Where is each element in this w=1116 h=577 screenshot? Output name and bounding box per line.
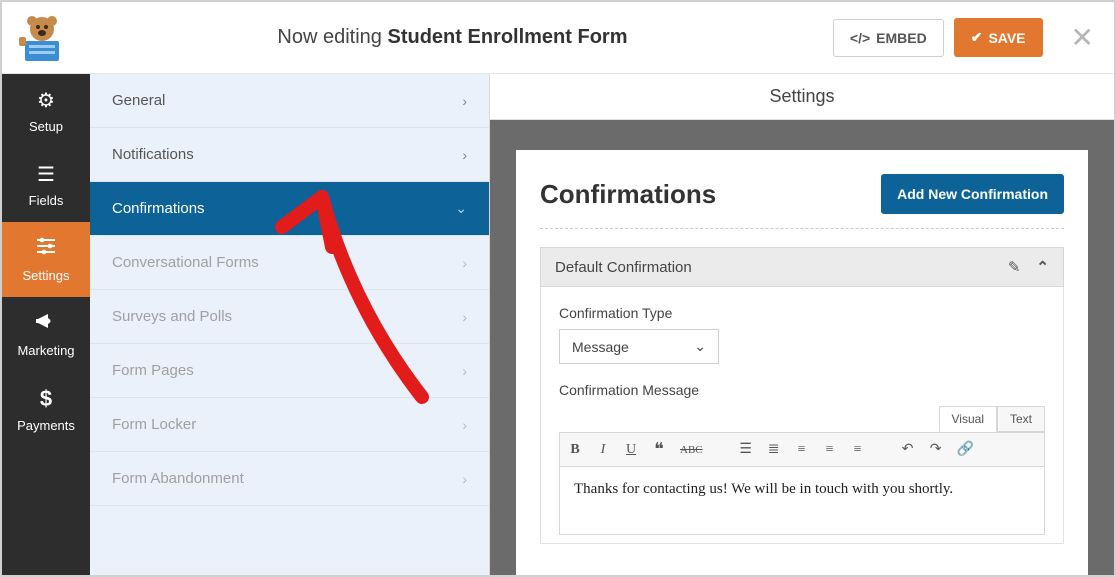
ol-icon[interactable]: ≣ xyxy=(767,441,781,458)
align-right-icon[interactable]: ≡ xyxy=(851,442,865,458)
chevron-right-icon: › xyxy=(462,255,467,271)
settings-item-general[interactable]: General › xyxy=(90,74,489,128)
bold-icon[interactable]: B xyxy=(568,442,582,458)
settings-item-label: Confirmations xyxy=(112,200,205,217)
accordion-title: Default Confirmation xyxy=(555,259,692,276)
app-logo xyxy=(12,8,72,68)
dollar-icon: $ xyxy=(6,386,86,412)
settings-item-notifications[interactable]: Notifications › xyxy=(90,128,489,182)
align-left-icon[interactable]: ≡ xyxy=(795,442,809,458)
close-button[interactable]: ✕ xyxy=(1071,24,1094,52)
settings-item-form-abandonment[interactable]: Form Abandonment › xyxy=(90,452,489,506)
sliders-icon xyxy=(6,236,86,262)
align-center-icon[interactable]: ≡ xyxy=(823,442,837,458)
settings-item-form-locker[interactable]: Form Locker › xyxy=(90,398,489,452)
sidebar-item-fields[interactable]: ☰ Fields xyxy=(2,148,90,222)
edit-icon[interactable]: ✎ xyxy=(1008,258,1021,276)
confirmation-message-label: Confirmation Message xyxy=(559,382,1045,398)
list-icon: ☰ xyxy=(6,162,86,187)
strike-icon[interactable]: ABC xyxy=(680,444,703,456)
confirmation-accordion-header[interactable]: Default Confirmation ✎ ⌃ xyxy=(540,247,1064,287)
redo-icon[interactable]: ↷ xyxy=(929,441,943,458)
settings-item-label: Form Abandonment xyxy=(112,470,244,487)
chevron-right-icon: › xyxy=(462,363,467,379)
bullhorn-icon xyxy=(6,311,86,337)
chevron-right-icon: › xyxy=(462,93,467,109)
chevron-right-icon: › xyxy=(462,417,467,433)
ul-icon[interactable]: ☰ xyxy=(739,441,753,458)
underline-icon[interactable]: U xyxy=(624,442,638,458)
settings-item-label: General xyxy=(112,92,165,109)
chevron-right-icon: › xyxy=(462,147,467,163)
editor-content[interactable]: Thanks for contacting us! We will be in … xyxy=(559,467,1045,535)
sidebar-item-payments[interactable]: $ Payments xyxy=(2,372,90,447)
chevron-right-icon: › xyxy=(462,471,467,487)
settings-item-label: Form Locker xyxy=(112,416,196,433)
quote-icon[interactable]: ❝ xyxy=(652,439,666,460)
italic-icon[interactable]: I xyxy=(596,442,610,458)
chevron-up-icon[interactable]: ⌃ xyxy=(1036,258,1049,276)
confirmation-type-select[interactable]: Message ⌄ xyxy=(559,329,719,364)
chevron-right-icon: › xyxy=(462,309,467,325)
settings-item-confirmations[interactable]: Confirmations ⌄ xyxy=(90,182,489,236)
settings-item-form-pages[interactable]: Form Pages › xyxy=(90,344,489,398)
sidebar-item-marketing[interactable]: Marketing xyxy=(2,297,90,372)
settings-item-label: Notifications xyxy=(112,146,194,163)
settings-item-label: Surveys and Polls xyxy=(112,308,232,325)
undo-icon[interactable]: ↶ xyxy=(901,441,915,458)
chevron-down-icon: ⌄ xyxy=(694,338,706,355)
chevron-down-icon: ⌄ xyxy=(455,200,467,217)
link-icon[interactable]: 🔗 xyxy=(957,441,974,458)
embed-button[interactable]: </> EMBED xyxy=(833,19,944,57)
content-header: Settings xyxy=(490,74,1114,120)
settings-item-label: Form Pages xyxy=(112,362,194,379)
settings-item-label: Conversational Forms xyxy=(112,254,259,271)
editor-tab-visual[interactable]: Visual xyxy=(939,406,997,432)
save-button[interactable]: ✔ SAVE xyxy=(954,18,1043,57)
code-icon: </> xyxy=(850,30,870,46)
settings-item-surveys-and-polls[interactable]: Surveys and Polls › xyxy=(90,290,489,344)
add-new-confirmation-button[interactable]: Add New Confirmation xyxy=(881,174,1064,214)
gear-icon: ⚙ xyxy=(6,88,86,113)
sidebar-item-setup[interactable]: ⚙ Setup xyxy=(2,74,90,148)
sidebar-item-settings[interactable]: Settings xyxy=(2,222,90,297)
confirmations-heading: Confirmations xyxy=(540,179,716,210)
page-title: Now editing Student Enrollment Form xyxy=(72,26,833,49)
settings-item-conversational-forms[interactable]: Conversational Forms › xyxy=(90,236,489,290)
confirmation-type-label: Confirmation Type xyxy=(559,305,1045,321)
editor-toolbar: B I U ❝ ABC ☰ ≣ ≡ ≡ ≡ ↶ ↷ 🔗 xyxy=(559,432,1045,467)
main-sidebar: ⚙ Setup ☰ Fields Settings Marketing $ Pa… xyxy=(2,74,90,575)
editor-tab-text[interactable]: Text xyxy=(997,406,1045,432)
check-icon: ✔ xyxy=(971,29,983,46)
